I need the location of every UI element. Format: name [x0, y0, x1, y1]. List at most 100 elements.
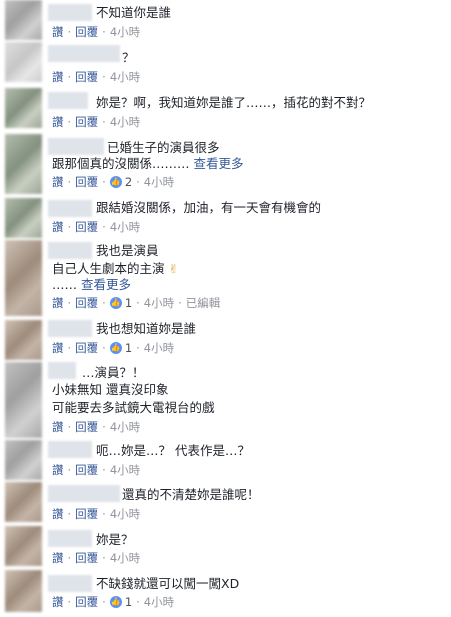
see-more-link[interactable]: 查看更多: [81, 277, 131, 292]
avatar[interactable]: [5, 482, 42, 522]
avatar[interactable]: [5, 320, 42, 360]
timestamp[interactable]: 4小時: [144, 175, 174, 189]
commenter-name[interactable]: [48, 242, 92, 259]
separator: ·: [102, 420, 106, 434]
timestamp[interactable]: 4小時: [144, 296, 174, 310]
reply-link[interactable]: 回覆: [75, 595, 98, 609]
like-link[interactable]: 讚: [52, 115, 64, 129]
separator: ·: [102, 115, 106, 129]
see-more-link[interactable]: 查看更多: [194, 156, 244, 171]
like-link[interactable]: 讚: [52, 551, 64, 565]
reply-link[interactable]: 回覆: [75, 175, 98, 189]
separator: ·: [102, 463, 106, 477]
separator: ·: [67, 220, 72, 234]
avatar[interactable]: [5, 362, 42, 438]
commenter-name[interactable]: [48, 362, 76, 379]
thumbs-up-icon[interactable]: 👍: [109, 176, 122, 188]
thumbs-up-icon[interactable]: 👍: [109, 297, 122, 309]
avatar[interactable]: [5, 240, 42, 316]
commenter-name[interactable]: [48, 320, 92, 337]
timestamp[interactable]: 4小時: [110, 70, 140, 84]
timestamp[interactable]: 4小時: [110, 115, 140, 129]
reply-link[interactable]: 回覆: [75, 70, 98, 84]
commenter-name[interactable]: [48, 45, 120, 62]
separator: ·: [67, 551, 72, 565]
comment-text: ？: [122, 50, 135, 65]
like-link[interactable]: 讚: [52, 595, 64, 609]
timestamp[interactable]: 4小時: [110, 420, 140, 434]
comment-text-line: ……: [52, 277, 77, 292]
separator: ·: [67, 507, 72, 521]
like-count[interactable]: 1: [125, 595, 132, 609]
like-link[interactable]: 讚: [52, 507, 64, 521]
timestamp[interactable]: 4小時: [110, 463, 140, 477]
thumbs-up-icon[interactable]: 👍: [109, 596, 122, 608]
comment-actions: 讚 · 回覆 · 4小時: [52, 551, 140, 565]
comment-text: 已婚生子的演員很多: [107, 140, 220, 155]
like-count[interactable]: 1: [125, 296, 132, 310]
separator: ·: [178, 296, 182, 310]
separator: ·: [102, 551, 106, 565]
commenter-name[interactable]: [48, 200, 92, 217]
reply-link[interactable]: 回覆: [75, 25, 98, 39]
comment-actions: 讚 · 回覆 · 👍 1 · 4小時: [52, 341, 174, 355]
like-link[interactable]: 讚: [52, 463, 64, 477]
separator: ·: [102, 25, 106, 39]
comment-text-line: 跟那個真的沒關係………: [52, 156, 190, 171]
reply-link[interactable]: 回覆: [75, 341, 98, 355]
like-link[interactable]: 讚: [52, 70, 64, 84]
reply-link[interactable]: 回覆: [75, 115, 98, 129]
commenter-name[interactable]: [48, 138, 104, 155]
commenter-name[interactable]: [48, 92, 88, 109]
like-link[interactable]: 讚: [52, 25, 64, 39]
like-link[interactable]: 讚: [52, 296, 64, 310]
edited-label[interactable]: 已編輯: [186, 296, 221, 310]
reply-link[interactable]: 回覆: [75, 220, 98, 234]
reply-link[interactable]: 回覆: [75, 463, 98, 477]
comment-text: 跟結婚沒關係，加油，有一天會有機會的: [96, 200, 322, 215]
reply-link[interactable]: 回覆: [75, 296, 98, 310]
commenter-name[interactable]: [48, 530, 92, 547]
commenter-name[interactable]: [48, 4, 92, 21]
avatar[interactable]: [5, 526, 42, 566]
timestamp[interactable]: 4小時: [144, 595, 174, 609]
comment-actions: 讚 · 回覆 · 4小時: [52, 220, 140, 234]
timestamp[interactable]: 4小時: [110, 507, 140, 521]
like-link[interactable]: 讚: [52, 175, 64, 189]
comment-actions: 讚 · 回覆 · 👍 1 · 4小時 · 已編輯: [52, 296, 220, 310]
separator: ·: [67, 296, 72, 310]
reply-link[interactable]: 回覆: [75, 507, 98, 521]
separator: ·: [67, 70, 72, 84]
thumbs-up-icon[interactable]: 👍: [109, 342, 122, 354]
avatar[interactable]: [5, 570, 42, 612]
like-count[interactable]: 1: [125, 341, 132, 355]
comment-actions: 讚 · 回覆 · 4小時: [52, 507, 140, 521]
like-link[interactable]: 讚: [52, 220, 64, 234]
timestamp[interactable]: 4小時: [110, 220, 140, 234]
comment-text: 可能要去多試鏡大電視台的戲: [52, 400, 215, 415]
comment-actions: 讚 · 回覆 · 4小時: [52, 25, 140, 39]
timestamp[interactable]: 4小時: [110, 25, 140, 39]
avatar[interactable]: [5, 88, 42, 128]
like-link[interactable]: 讚: [52, 420, 64, 434]
comment-actions: 讚 · 回覆 · 4小時: [52, 70, 140, 84]
timestamp[interactable]: 4小時: [144, 341, 174, 355]
avatar[interactable]: [5, 42, 42, 82]
commenter-name[interactable]: [48, 575, 92, 592]
comment-text: 跟那個真的沒關係……… 查看更多: [52, 156, 244, 172]
timestamp[interactable]: 4小時: [110, 551, 140, 565]
commenter-name[interactable]: [48, 441, 92, 458]
separator: ·: [67, 341, 72, 355]
like-link[interactable]: 讚: [52, 341, 64, 355]
avatar[interactable]: [5, 134, 42, 194]
avatar[interactable]: [5, 440, 42, 480]
avatar[interactable]: [5, 198, 42, 238]
separator: ·: [67, 25, 72, 39]
reply-link[interactable]: 回覆: [75, 551, 98, 565]
like-count[interactable]: 2: [125, 175, 132, 189]
commenter-name[interactable]: [48, 485, 120, 502]
comment-actions: 讚 · 回覆 · 👍 2 · 4小時: [52, 175, 174, 189]
avatar[interactable]: [5, 0, 42, 40]
reply-link[interactable]: 回覆: [75, 420, 98, 434]
victory-hand-icon: ✌: [168, 262, 179, 276]
